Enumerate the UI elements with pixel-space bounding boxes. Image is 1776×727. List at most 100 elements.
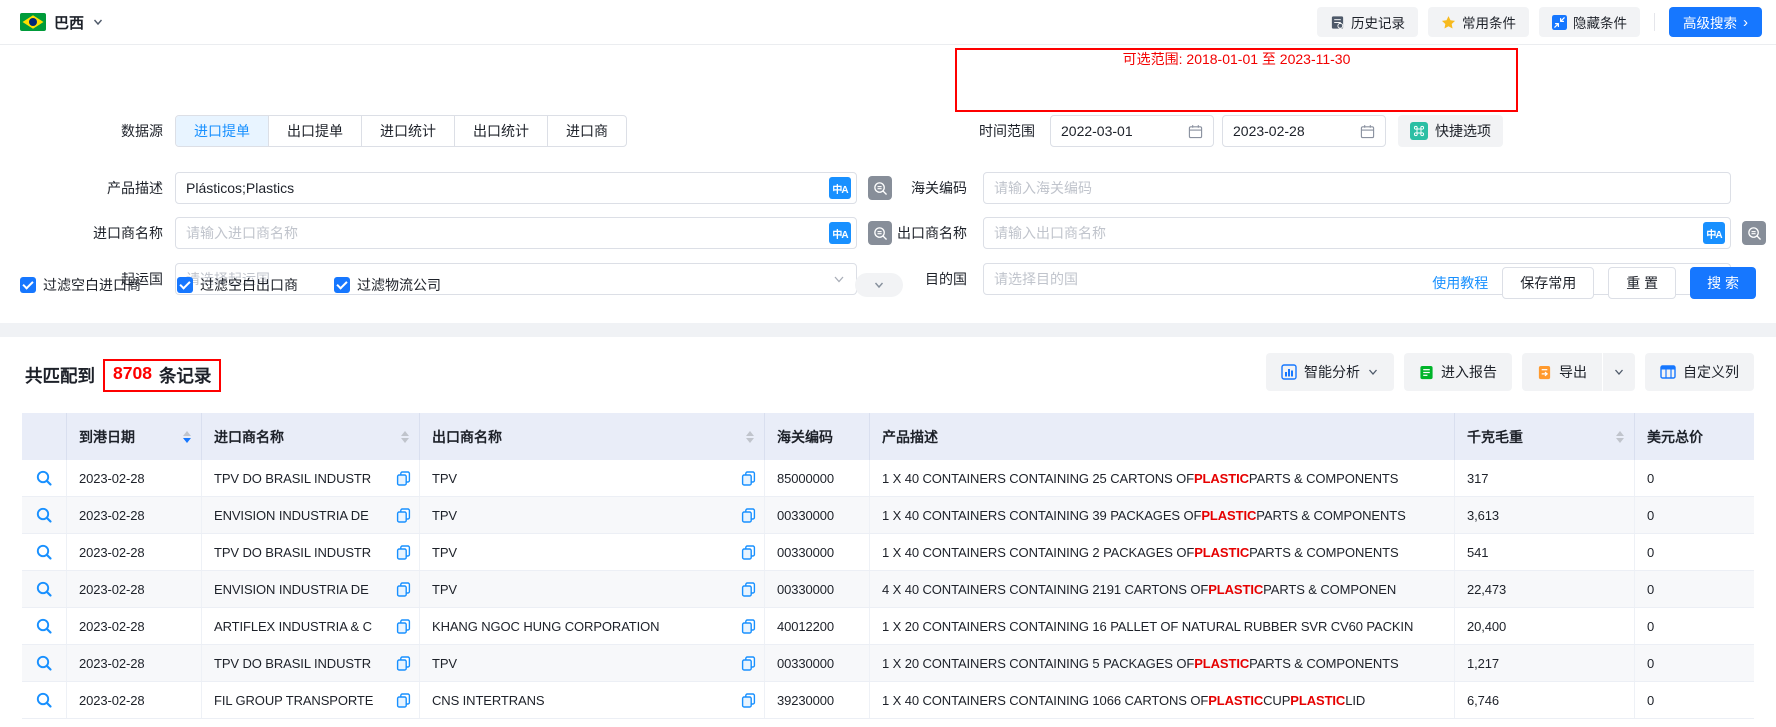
arrival-date-cell: 2023-02-28 bbox=[67, 534, 202, 570]
arrival-date-cell: 2023-02-28 bbox=[67, 571, 202, 607]
expand-filters-button[interactable] bbox=[855, 273, 903, 297]
reset-button[interactable]: 重 置 bbox=[1608, 267, 1677, 299]
column-header-8: 美元总价 bbox=[1635, 413, 1754, 460]
sort-icon[interactable] bbox=[1616, 430, 1624, 443]
exact-match-icon[interactable] bbox=[1742, 221, 1766, 245]
copy-icon[interactable] bbox=[741, 655, 756, 671]
results-toolbar: 智能分析 进入报告 导出 自定义列 bbox=[1266, 353, 1754, 391]
detail-cell[interactable] bbox=[22, 571, 67, 607]
start-date-input[interactable]: 2022-03-01 bbox=[1050, 115, 1214, 147]
checkbox-checked-icon[interactable] bbox=[20, 277, 36, 293]
customize-columns-button[interactable]: 自定义列 bbox=[1645, 353, 1754, 391]
copy-icon[interactable] bbox=[396, 507, 411, 523]
datasource-tab-1[interactable]: 进口提单 bbox=[176, 116, 268, 146]
filter-checkbox-3[interactable]: 过滤物流公司 bbox=[334, 275, 441, 295]
column-header-7[interactable]: 千克毛重 bbox=[1455, 413, 1635, 460]
copy-icon[interactable] bbox=[741, 581, 756, 597]
copy-icon[interactable] bbox=[741, 618, 756, 634]
exporter-cell: TPV bbox=[420, 460, 765, 496]
exporter-input[interactable]: 请输入出口商名称 中A bbox=[983, 217, 1731, 249]
column-label: 产品描述 bbox=[882, 428, 938, 445]
collapse-icon bbox=[1552, 14, 1567, 30]
advanced-search-button[interactable]: 高级搜索 › bbox=[1669, 7, 1762, 37]
hs-code-cell: 00330000 bbox=[765, 497, 870, 533]
row-detail-search-icon[interactable] bbox=[35, 691, 53, 709]
importer-cell: TPV DO BRASIL INDUSTR bbox=[202, 645, 420, 681]
exporter-cell: TPV bbox=[420, 571, 765, 607]
topbar-actions: 历史记录 常用条件 隐藏条件 高级搜索 › bbox=[1317, 7, 1762, 37]
detail-cell[interactable] bbox=[22, 497, 67, 533]
favorite-conditions-button[interactable]: 常用条件 bbox=[1428, 7, 1529, 37]
sort-icon[interactable] bbox=[746, 430, 754, 443]
column-label: 进口商名称 bbox=[214, 428, 284, 445]
smart-analysis-button[interactable]: 智能分析 bbox=[1266, 353, 1394, 391]
importer-input[interactable]: 请输入进口商名称 中A bbox=[175, 217, 857, 249]
sort-icon[interactable] bbox=[401, 430, 409, 443]
end-date-input[interactable]: 2023-02-28 bbox=[1222, 115, 1386, 147]
end-date-value: 2023-02-28 bbox=[1233, 123, 1305, 139]
copy-icon[interactable] bbox=[741, 470, 756, 486]
country-selector[interactable]: 巴西 bbox=[20, 12, 104, 33]
enter-report-button[interactable]: 进入报告 bbox=[1404, 353, 1512, 391]
hs-code-label: 海关编码 bbox=[911, 180, 967, 196]
product-desc-value: Plásticos;Plastics bbox=[186, 180, 295, 196]
row-detail-search-icon[interactable] bbox=[35, 654, 53, 672]
product-desc-input[interactable]: Plásticos;Plastics 中A bbox=[175, 172, 857, 204]
detail-cell[interactable] bbox=[22, 608, 67, 644]
tutorial-link[interactable]: 使用教程 bbox=[1432, 273, 1488, 293]
copy-icon[interactable] bbox=[396, 470, 411, 486]
detail-cell[interactable] bbox=[22, 460, 67, 496]
usd-total-cell: 0 bbox=[1647, 507, 1655, 523]
search-button[interactable]: 搜 索 bbox=[1690, 267, 1756, 299]
dest-country-placeholder: 请选择目的国 bbox=[994, 271, 1078, 287]
hs-code-input[interactable]: 请输入海关编码 bbox=[983, 172, 1731, 204]
detail-cell[interactable] bbox=[22, 534, 67, 570]
filter-checkbox-2[interactable]: 过滤空白出口商 bbox=[177, 275, 298, 295]
copy-icon[interactable] bbox=[741, 507, 756, 523]
filter-checkbox-1[interactable]: 过滤空白进口商 bbox=[20, 275, 141, 295]
copy-icon[interactable] bbox=[396, 544, 411, 560]
column-header-3[interactable]: 进口商名称 bbox=[202, 413, 420, 460]
datasource-tab-4[interactable]: 出口统计 bbox=[454, 116, 547, 146]
copy-icon[interactable] bbox=[396, 692, 411, 708]
product-desc-cell: 4 X 40 CONTAINERS CONTAINING 2191 CARTON… bbox=[870, 571, 1455, 607]
row-detail-search-icon[interactable] bbox=[35, 580, 53, 598]
datasource-tab-2[interactable]: 出口提单 bbox=[268, 116, 361, 146]
export-button[interactable]: 导出 bbox=[1522, 353, 1602, 391]
hide-conditions-button[interactable]: 隐藏条件 bbox=[1539, 7, 1640, 37]
product-desc-cell: 1 X 40 CONTAINERS CONTAINING 25 CARTONS … bbox=[870, 460, 1455, 496]
export-options-button[interactable] bbox=[1603, 353, 1635, 391]
sort-icon[interactable] bbox=[183, 430, 191, 443]
copy-icon[interactable] bbox=[396, 581, 411, 597]
results-bar: 共匹配到 8708 条记录 智能分析 进入报告 导出 自定义列 bbox=[0, 337, 1776, 413]
checkbox-checked-icon[interactable] bbox=[177, 277, 193, 293]
analysis-icon bbox=[1281, 364, 1297, 380]
translate-icon[interactable]: 中A bbox=[1703, 222, 1725, 244]
column-header-2[interactable]: 到港日期 bbox=[67, 413, 202, 460]
datasource-tab-3[interactable]: 进口统计 bbox=[361, 116, 454, 146]
quick-options-button[interactable]: 快捷选项 bbox=[1398, 115, 1503, 147]
row-detail-search-icon[interactable] bbox=[35, 506, 53, 524]
detail-cell[interactable] bbox=[22, 645, 67, 681]
table-row: 2023-02-28 FIL GROUP TRANSPORTE CNS INTERT… bbox=[22, 682, 1754, 719]
copy-icon[interactable] bbox=[396, 655, 411, 671]
analysis-label: 智能分析 bbox=[1304, 364, 1360, 380]
row-detail-search-icon[interactable] bbox=[35, 469, 53, 487]
copy-icon[interactable] bbox=[741, 544, 756, 560]
date-available-range-hint: 可选范围: 2018-01-01 至 2023-11-30 bbox=[1122, 51, 1351, 67]
advanced-label: 高级搜索 bbox=[1683, 16, 1737, 31]
divider bbox=[1654, 13, 1655, 31]
column-header-4[interactable]: 出口商名称 bbox=[420, 413, 765, 460]
copy-icon[interactable] bbox=[396, 618, 411, 634]
detail-cell[interactable] bbox=[22, 682, 67, 718]
row-detail-search-icon[interactable] bbox=[35, 543, 53, 561]
checkbox-checked-icon[interactable] bbox=[334, 277, 350, 293]
copy-icon[interactable] bbox=[741, 692, 756, 708]
datasource-tab-5[interactable]: 进口商 bbox=[547, 116, 626, 146]
hs-code-cell: 85000000 bbox=[765, 460, 870, 496]
usd-total-cell: 0 bbox=[1647, 581, 1655, 597]
row-detail-search-icon[interactable] bbox=[35, 617, 53, 635]
brazil-flag-icon bbox=[20, 13, 46, 31]
save-favorite-button[interactable]: 保存常用 bbox=[1502, 267, 1595, 299]
history-button[interactable]: 历史记录 bbox=[1317, 7, 1418, 37]
